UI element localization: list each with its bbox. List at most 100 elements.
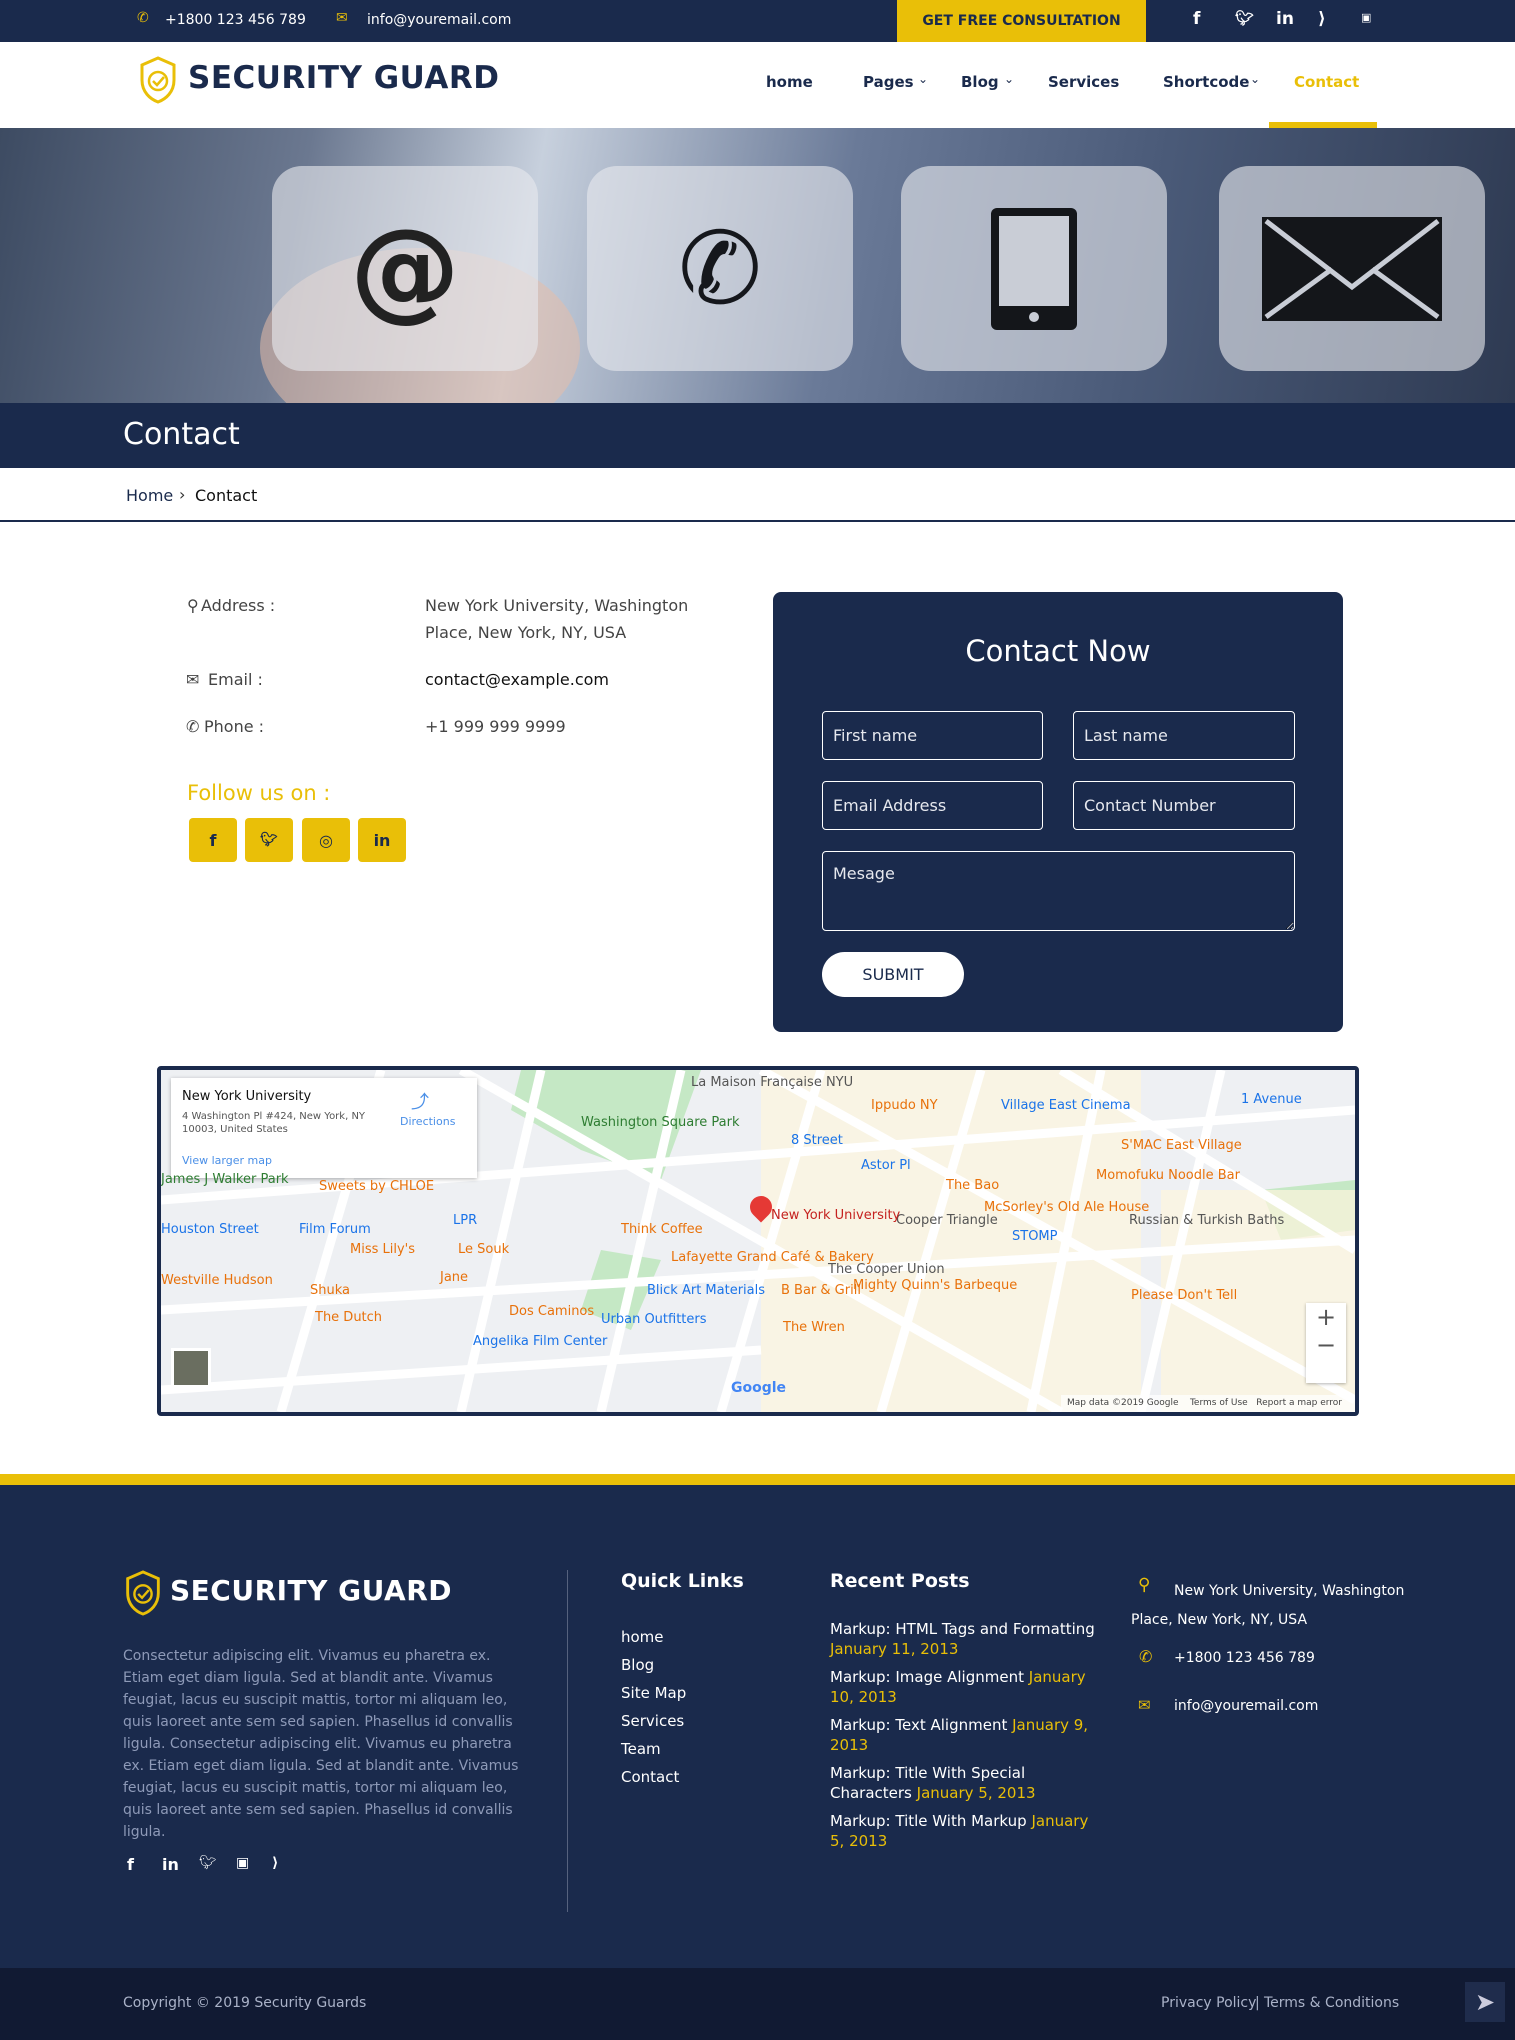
map-label[interactable]: McSorley's Old Ale House: [984, 1200, 1149, 1215]
linkedin-icon[interactable]: in: [162, 1855, 179, 1874]
map-label[interactable]: Jane: [440, 1270, 468, 1285]
map-label[interactable]: Sweets by CHLOE: [319, 1179, 434, 1194]
topbar-phone[interactable]: +1800 123 456 789: [165, 12, 306, 28]
facebook-icon[interactable]: f: [127, 1855, 134, 1874]
recent-post[interactable]: Markup: Title With Markup January 5, 201…: [830, 1811, 1100, 1851]
quick-link[interactable]: Team: [621, 1740, 661, 1758]
map-label[interactable]: 1 Avenue: [1241, 1092, 1302, 1107]
view-larger-map-link[interactable]: View larger map: [182, 1154, 272, 1167]
map-label[interactable]: Film Forum: [299, 1222, 371, 1237]
linkedin-button[interactable]: in: [358, 818, 406, 862]
youtube-icon[interactable]: ▣: [1361, 11, 1371, 24]
map-label[interactable]: Le Souk: [458, 1242, 509, 1257]
twitter-icon[interactable]: 🐦︎: [199, 1855, 217, 1871]
quick-link[interactable]: Blog: [621, 1656, 654, 1674]
recent-post[interactable]: Markup: HTML Tags and Formatting January…: [830, 1619, 1100, 1659]
chevron-down-icon[interactable]: ⌄: [918, 72, 928, 86]
map-pin-label[interactable]: New York University: [771, 1208, 900, 1223]
map-label[interactable]: Urban Outfitters: [601, 1312, 707, 1327]
consultation-button[interactable]: GET FREE CONSULTATION: [897, 0, 1146, 42]
map-embed[interactable]: New York University 4 Washington Pl #424…: [157, 1066, 1359, 1416]
map-label[interactable]: La Maison Française NYU: [691, 1075, 853, 1090]
nav-shortcode[interactable]: Shortcode: [1163, 73, 1249, 91]
linkedin-icon[interactable]: in: [1276, 9, 1294, 29]
facebook-icon[interactable]: f: [1193, 9, 1200, 29]
last-name-input[interactable]: [1073, 711, 1295, 760]
recent-post[interactable]: Markup: Text Alignment January 9, 2013: [830, 1715, 1100, 1755]
twitter-button[interactable]: 🐦︎: [245, 818, 293, 862]
map-label[interactable]: Momofuku Noodle Bar: [1096, 1168, 1240, 1183]
directions-link[interactable]: Directions: [400, 1115, 455, 1128]
twitter-icon[interactable]: 🐦︎: [1235, 9, 1254, 27]
topbar-email[interactable]: info@youremail.com: [367, 12, 511, 28]
chevron-down-icon[interactable]: ⌄: [1004, 72, 1014, 86]
message-textarea[interactable]: [822, 851, 1295, 931]
nav-contact[interactable]: Contact: [1294, 73, 1359, 91]
facebook-button[interactable]: f: [189, 818, 237, 862]
zoom-out-button[interactable]: −: [1306, 1331, 1346, 1359]
email-value[interactable]: contact@example.com: [425, 666, 609, 693]
rss-icon[interactable]: ⟩: [272, 1855, 278, 1871]
recent-post[interactable]: Markup: Image Alignment January 10, 2013: [830, 1667, 1100, 1707]
recent-post[interactable]: Markup: Title With Special Characters Ja…: [830, 1763, 1100, 1803]
nav-services[interactable]: Services: [1048, 73, 1119, 91]
map-label[interactable]: S'MAC East Village: [1121, 1138, 1242, 1153]
map-label[interactable]: LPR: [453, 1213, 477, 1228]
map-label[interactable]: Dos Caminos: [509, 1304, 594, 1319]
privacy-policy-link[interactable]: Privacy Policy: [1161, 1995, 1256, 2011]
map-label[interactable]: The Bao: [946, 1178, 999, 1193]
map-label[interactable]: The Wren: [783, 1320, 845, 1335]
quick-link[interactable]: Services: [621, 1712, 684, 1730]
nav-blog[interactable]: Blog: [961, 73, 999, 91]
zoom-in-button[interactable]: +: [1306, 1303, 1346, 1331]
map-label[interactable]: Shuka: [310, 1283, 350, 1298]
map-label[interactable]: Think Coffee: [621, 1222, 703, 1237]
terms-link[interactable]: Terms & Conditions: [1264, 1995, 1399, 2011]
map-label[interactable]: Miss Lily's: [350, 1242, 415, 1257]
post-title[interactable]: Markup: Text Alignment: [830, 1716, 1007, 1734]
chevron-down-icon[interactable]: ⌄: [1250, 72, 1260, 86]
map-label[interactable]: Houston Street: [161, 1222, 259, 1237]
contact-form: Contact Now SUBMIT: [773, 592, 1343, 1032]
post-title[interactable]: Markup: Title With Markup: [830, 1812, 1027, 1830]
scroll-top-button[interactable]: ➤: [1465, 1982, 1505, 2022]
post-title[interactable]: Markup: Image Alignment: [830, 1668, 1024, 1686]
map-label[interactable]: B Bar & Grill: [781, 1283, 861, 1298]
first-name-input[interactable]: [822, 711, 1043, 760]
quick-link[interactable]: Site Map: [621, 1684, 686, 1702]
map-label[interactable]: The Dutch: [315, 1310, 382, 1325]
quick-link[interactable]: home: [621, 1628, 664, 1646]
satellite-toggle[interactable]: [171, 1348, 211, 1388]
map-label[interactable]: Washington Square Park: [581, 1115, 740, 1130]
map-label[interactable]: Village East Cinema: [1001, 1098, 1131, 1113]
map-terms-link[interactable]: Terms of Use: [1190, 1398, 1248, 1408]
map-label[interactable]: STOMP: [1012, 1229, 1057, 1244]
email-input[interactable]: [822, 781, 1043, 830]
map-label[interactable]: Please Don't Tell: [1131, 1288, 1237, 1303]
brand-name[interactable]: SECURITY GUARD: [188, 60, 499, 96]
youtube-icon[interactable]: ▣: [236, 1855, 249, 1871]
map-label[interactable]: James J Walker Park: [161, 1172, 289, 1187]
breadcrumb-home[interactable]: Home: [126, 486, 173, 505]
map-label[interactable]: 8 Street: [791, 1133, 843, 1148]
post-title[interactable]: Markup: HTML Tags and Formatting: [830, 1620, 1095, 1638]
map-label[interactable]: Russian & Turkish Baths: [1129, 1213, 1284, 1228]
directions-icon[interactable]: ⤴: [411, 1088, 429, 1114]
map-label[interactable]: Angelika Film Center: [473, 1334, 607, 1349]
quick-link[interactable]: Contact: [621, 1768, 679, 1786]
nav-pages[interactable]: Pages: [863, 73, 914, 91]
map-label[interactable]: Ippudo NY: [871, 1098, 938, 1113]
report-map-error-link[interactable]: Report a map error: [1256, 1398, 1342, 1408]
footer-email[interactable]: info@youremail.com: [1174, 1698, 1318, 1714]
rss-icon[interactable]: ⟩: [1318, 9, 1326, 29]
map-label[interactable]: Cooper Triangle: [896, 1213, 998, 1228]
map-label[interactable]: Blick Art Materials: [647, 1283, 765, 1298]
instagram-button[interactable]: ◎: [302, 818, 350, 862]
nav-home[interactable]: home: [766, 73, 813, 91]
map-label[interactable]: Mighty Quinn's Barbeque: [853, 1278, 1017, 1293]
map-label[interactable]: Westville Hudson: [161, 1273, 273, 1288]
contact-number-input[interactable]: [1073, 781, 1295, 830]
map-label[interactable]: Astor Pl: [861, 1158, 911, 1173]
map-label[interactable]: Lafayette Grand Café & Bakery: [671, 1250, 874, 1265]
submit-button[interactable]: SUBMIT: [822, 952, 964, 997]
